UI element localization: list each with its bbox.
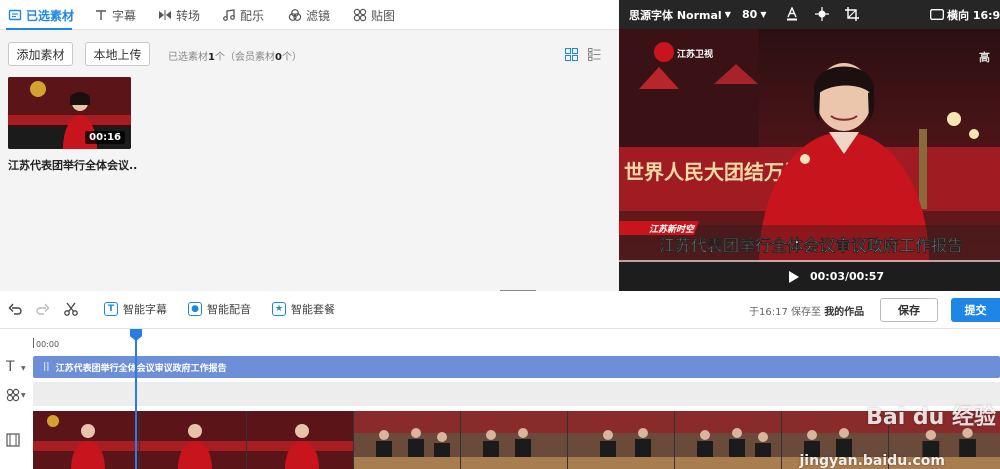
playback-controls: 00:03/00:57 <box>619 262 1000 291</box>
clip-title: 江苏代表团举行全体会议... <box>8 159 138 172</box>
folder-icon <box>8 9 22 21</box>
film-frame-meeting <box>461 411 567 469</box>
sticker-icon <box>353 8 367 22</box>
tab-label: 转场 <box>176 8 201 23</box>
time-ruler[interactable]: 00:00 <box>33 335 1000 349</box>
svg-text:江苏卫视: 江苏卫视 <box>677 48 713 60</box>
smart-package-button[interactable]: ★ 智能套餐 <box>272 301 335 317</box>
film-frame-meeting <box>675 411 781 469</box>
edit-toolbar: T 智能字幕 ● 智能配音 ★ 智能套餐 于16:17 保存至 我的作品 保存 … <box>0 291 1000 329</box>
aspect-ratio-select[interactable]: 横向 16:9 <box>930 0 1000 29</box>
film-frame-anchor <box>140 411 246 469</box>
text-icon <box>96 10 106 20</box>
tab-label: 已选素材 <box>26 8 75 23</box>
redo-icon[interactable] <box>36 302 50 316</box>
meeting-frame-image <box>675 411 781 469</box>
subtitle-clip[interactable]: || 江苏代表团举行全体会议审议政府工作报告 <box>33 356 1000 378</box>
tab-bar: 已选素材 字幕 转场 配乐 滤镜 贴图 <box>0 0 619 30</box>
meeting-frame-image <box>568 411 674 469</box>
tab-stickers[interactable]: 贴图 <box>353 0 395 30</box>
text-icon: T <box>104 302 118 316</box>
star-icon: ★ <box>272 302 286 316</box>
anchor-frame-image <box>140 411 246 469</box>
corner-text: 高 <box>979 50 990 64</box>
playhead[interactable] <box>135 329 137 469</box>
font-color-icon[interactable] <box>785 7 799 21</box>
save-button[interactable]: 保存 <box>880 298 938 322</box>
film-track-icon <box>6 433 20 447</box>
undo-icon[interactable] <box>8 302 22 316</box>
film-frame-anchor <box>247 411 353 469</box>
caret-down-icon[interactable]: ▼ <box>21 365 26 372</box>
film-frame-meeting <box>354 411 460 469</box>
music-icon <box>223 9 235 21</box>
smart-dub-button[interactable]: ● 智能配音 <box>188 301 251 317</box>
baidu-watermark: Bai du 经验 <box>866 405 996 430</box>
tab-subtitles[interactable]: 字幕 <box>94 0 136 30</box>
meeting-frame-image <box>354 411 460 469</box>
tab-filters[interactable]: 滤镜 <box>288 0 330 30</box>
tab-label: 滤镜 <box>306 8 331 23</box>
font-size-select[interactable]: 80 ▼ <box>742 0 766 29</box>
playback-time: 00:03/00:57 <box>810 270 885 283</box>
microphone-icon: ● <box>188 302 202 316</box>
meeting-frame-image <box>461 411 567 469</box>
font-select[interactable]: 思源字体 Normal ▼ <box>629 0 731 29</box>
caret-down-icon: ▼ <box>724 10 731 19</box>
clip-duration: 00:16 <box>85 131 125 144</box>
film-frame-anchor <box>33 411 139 469</box>
timeline: 00:00 T ▼ || 江苏代表团举行全体会议审议政府工作报告 ▼ Bai d… <box>0 329 1000 469</box>
crop-icon[interactable] <box>845 7 859 21</box>
anchor-frame-image <box>33 411 139 469</box>
caret-down-icon[interactable]: ▼ <box>21 392 26 399</box>
film-frame-meeting <box>568 411 674 469</box>
transition-icon <box>159 10 171 20</box>
tab-music[interactable]: 配乐 <box>222 0 264 30</box>
text-track-icon: T <box>6 359 15 375</box>
list-view-icon[interactable] <box>588 48 601 61</box>
position-center-icon[interactable] <box>815 7 829 21</box>
sticker-track[interactable] <box>33 382 1000 406</box>
material-panel: 已选素材 字幕 转场 配乐 滤镜 贴图 添加素材 本地上传 已选素材1个（会员素… <box>0 0 619 292</box>
local-upload-button[interactable]: 本地上传 <box>85 42 150 66</box>
tab-label: 字幕 <box>112 8 137 23</box>
caret-down-icon: ▼ <box>760 10 767 19</box>
subtitle-caption[interactable]: 江苏代表团举行全体会议审议政府工作报告 <box>659 236 963 255</box>
tab-transitions[interactable]: 转场 <box>158 0 200 30</box>
background-banner-text: 世界人民大团结万岁 <box>624 160 804 184</box>
anchor-frame-image <box>247 411 353 469</box>
filter-icon <box>288 9 302 21</box>
smart-subtitle-button[interactable]: T 智能字幕 <box>104 301 167 317</box>
scissors-icon[interactable] <box>64 302 78 316</box>
news-frame-image: 世界人民大团结万岁 高 江苏卫视 江苏新时空 江苏代表团举行全体会议审议政府工作… <box>619 29 1000 262</box>
grid-view-icon[interactable] <box>565 48 578 61</box>
play-icon[interactable] <box>789 271 799 283</box>
landscape-icon <box>930 9 944 20</box>
material-count: 已选素材1个（会员素材0个） <box>168 52 302 63</box>
add-material-button[interactable]: 添加素材 <box>8 42 73 66</box>
svg-text:江苏新时空: 江苏新时空 <box>649 224 696 235</box>
watermark-url: jingyan.baidu.com <box>799 453 945 469</box>
ruler-start-label: 00:00 <box>36 340 60 349</box>
tab-selected-materials[interactable]: 已选素材 <box>8 0 74 30</box>
video-preview[interactable]: 世界人民大团结万岁 高 江苏卫视 江苏新时空 江苏代表团举行全体会议审议政府工作… <box>619 29 1000 262</box>
save-location-link[interactable]: 我的作品 <box>824 307 864 318</box>
drag-handle-icon[interactable]: || <box>43 362 50 372</box>
sticker-track-icon <box>6 388 20 402</box>
active-tab-indicator <box>6 28 72 30</box>
tab-label: 配乐 <box>240 8 265 23</box>
submit-button[interactable]: 提交 <box>951 298 1000 322</box>
save-status: 于16:17 保存至 我的作品 <box>749 307 865 318</box>
tab-label: 贴图 <box>371 8 396 23</box>
preview-panel: 思源字体 Normal ▼ 80 ▼ 横向 16:9 世界人民大团结万岁 高 江… <box>619 0 1000 291</box>
clip-thumbnail[interactable]: 00:16 <box>8 77 131 149</box>
preview-toolbar: 思源字体 Normal ▼ 80 ▼ 横向 16:9 <box>619 0 1000 29</box>
